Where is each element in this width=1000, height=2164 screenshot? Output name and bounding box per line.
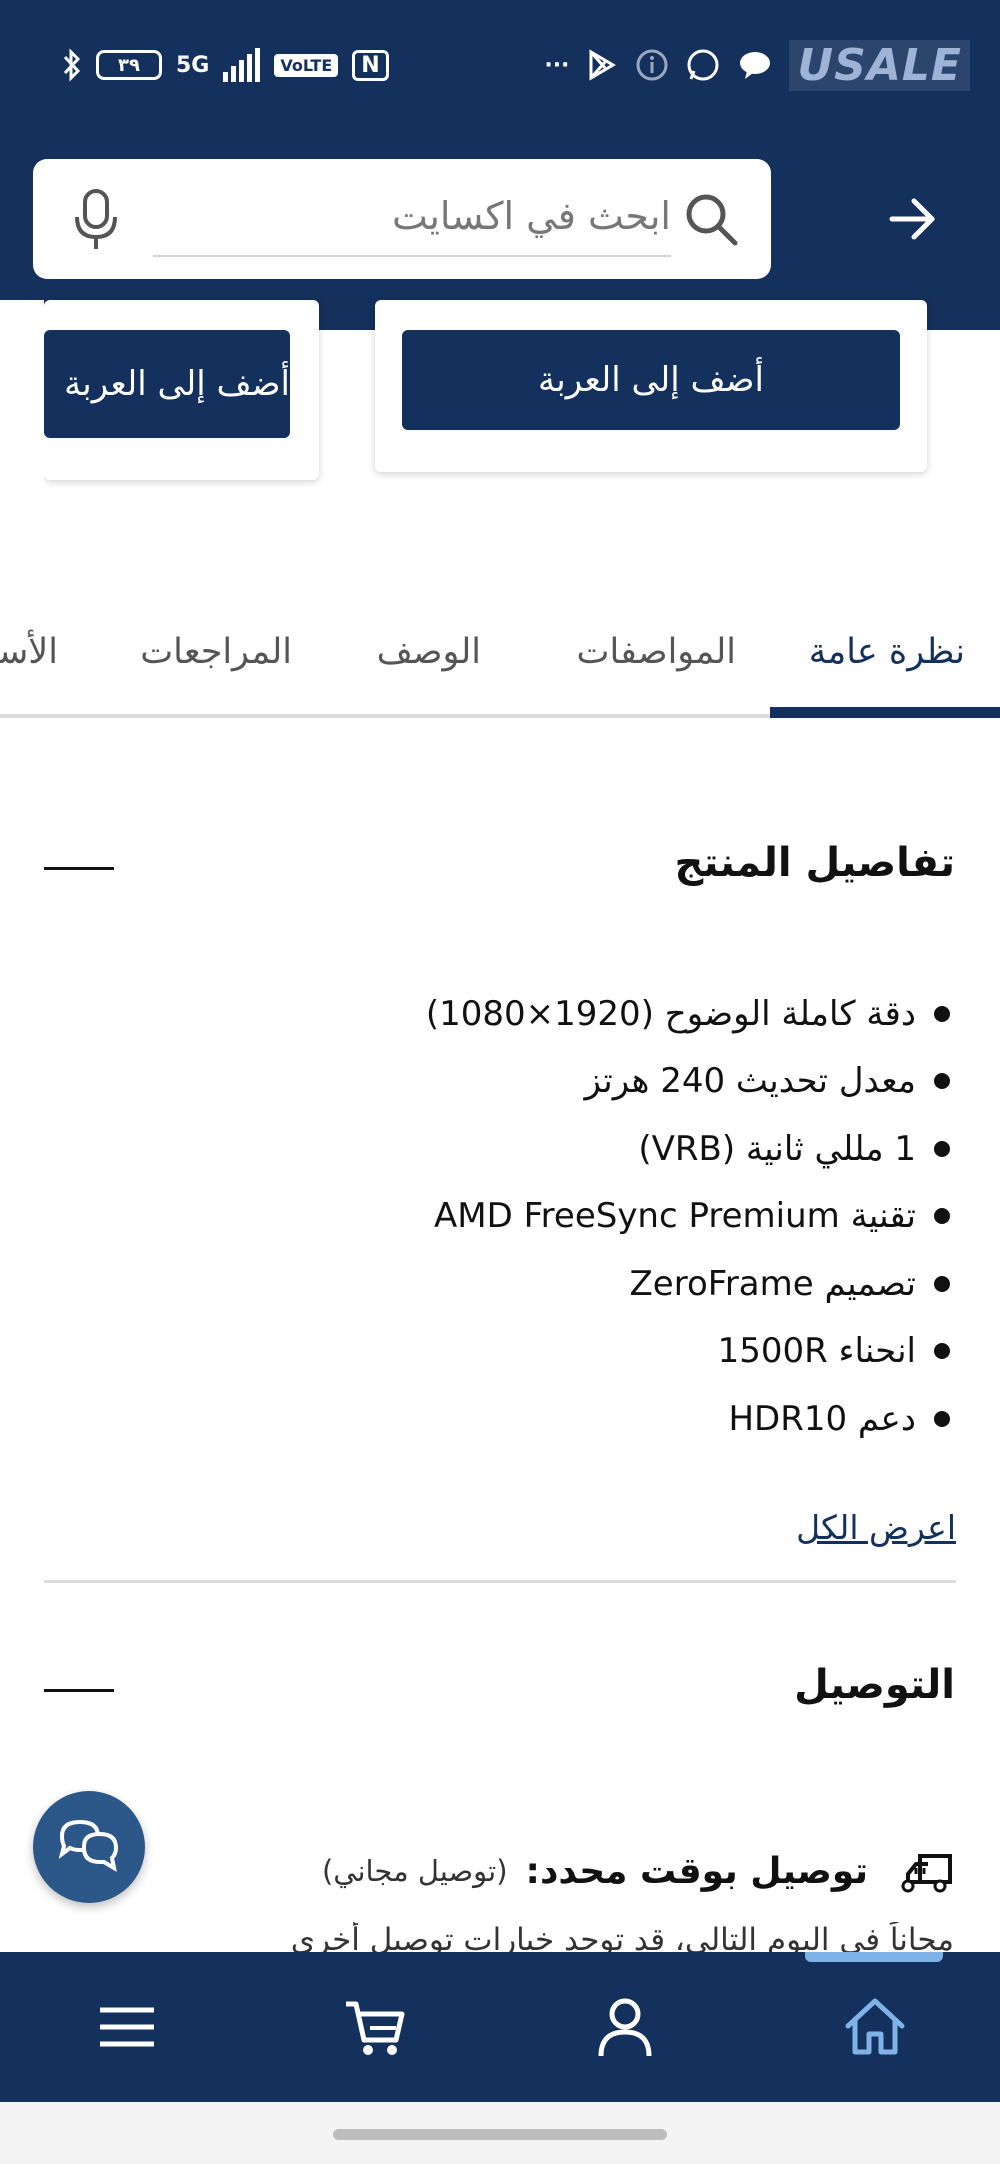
delivery-row-title: توصيل بوقت محدد: xyxy=(525,1850,868,1892)
tab-specifications[interactable]: المواصفات xyxy=(577,632,736,672)
nfc-icon: N xyxy=(352,49,389,81)
chat-button[interactable] xyxy=(33,1791,145,1903)
add-to-cart-button[interactable]: أضف إلى العربة xyxy=(402,330,900,430)
network-type: 5G xyxy=(176,52,210,78)
tab-description[interactable]: الوصف xyxy=(377,632,481,672)
add-to-cart-button[interactable]: أضف إلى العربة xyxy=(44,330,290,438)
bullet-icon xyxy=(934,1275,950,1292)
section-divider xyxy=(44,1580,956,1583)
user-icon[interactable] xyxy=(590,1992,660,2062)
chat-bubbles-icon xyxy=(58,1819,119,1873)
search-bar xyxy=(33,159,771,279)
bullet-icon xyxy=(934,1073,950,1090)
battery-indicator: ٣٩ xyxy=(96,50,162,80)
bullet-icon xyxy=(934,1208,950,1225)
product-tabs: نظرة عامة المواصفات الوصف المراجعات الأس… xyxy=(0,600,1000,718)
feature-item: 1 مللي ثانية (VRB) xyxy=(426,1115,950,1183)
nav-active-indicator xyxy=(805,1952,943,1962)
collapse-icon[interactable] xyxy=(44,867,114,870)
delivery-title[interactable]: التوصيل xyxy=(794,1662,955,1708)
signal-icon xyxy=(223,48,261,82)
tab-overview[interactable]: نظرة عامة xyxy=(809,632,965,672)
more-notifications-icon: ··· xyxy=(544,52,570,78)
card-scroll-mask xyxy=(0,300,44,500)
bullet-icon xyxy=(934,1140,950,1157)
microphone-icon[interactable] xyxy=(71,187,121,251)
menu-icon[interactable] xyxy=(92,1992,162,2062)
product-details-title[interactable]: تفاصيل المنتج xyxy=(675,840,955,886)
messages-icon xyxy=(740,52,771,79)
bullet-icon xyxy=(934,1005,950,1022)
home-icon[interactable] xyxy=(840,1992,910,2062)
product-card: أضف إلى العربة xyxy=(375,300,927,472)
status-bar-right: ··· USALE xyxy=(544,39,970,91)
scheduled-delivery-row: توصيل بوقت محدد: (توصيل مجاني) xyxy=(322,1843,954,1899)
search-icon[interactable] xyxy=(681,189,741,249)
bluetooth-icon xyxy=(63,48,81,82)
feature-item: تقنية AMD FreeSync Premium xyxy=(426,1183,950,1251)
add-to-cart-label: أضف إلى العربة xyxy=(64,364,290,404)
active-tab-indicator xyxy=(770,707,1000,718)
show-all-link[interactable]: اعرض الكل xyxy=(796,1508,956,1547)
top-app-bar: ٣٩ 5G VoLTE N ··· USALE xyxy=(0,0,1000,330)
bullet-icon xyxy=(934,1410,950,1427)
feature-list: دقة كاملة الوضوح (1920×1080) معدل تحديث … xyxy=(426,980,950,1453)
cart-icon[interactable] xyxy=(340,1992,410,2062)
tab-questions[interactable]: الأسئلة xyxy=(0,632,58,672)
feature-item: تصميم ZeroFrame xyxy=(426,1250,950,1318)
delivery-truck-icon xyxy=(901,1854,952,1893)
info-icon xyxy=(636,49,668,81)
feature-item: دعم HDR10 xyxy=(426,1385,950,1453)
search-input[interactable] xyxy=(153,177,671,257)
usale-watermark-logo: USALE xyxy=(789,39,970,91)
feature-item: معدل تحديث 240 هرتز xyxy=(426,1048,950,1116)
free-delivery-note: (توصيل مجاني) xyxy=(321,1854,508,1888)
whatsapp-icon xyxy=(687,49,719,81)
bullet-icon xyxy=(934,1343,950,1360)
play-store-icon xyxy=(589,49,617,81)
feature-item: دقة كاملة الوضوح (1920×1080) xyxy=(426,980,950,1048)
product-card: أضف إلى العربة xyxy=(44,300,319,480)
collapse-icon[interactable] xyxy=(44,1689,114,1692)
feature-item: انحناء 1500R xyxy=(426,1318,950,1386)
bottom-navigation xyxy=(0,1952,1000,2102)
volte-badge: VoLTE xyxy=(274,53,339,77)
status-bar-left: ٣٩ 5G VoLTE N xyxy=(62,40,389,90)
back-arrow-icon[interactable] xyxy=(886,192,940,246)
gesture-home-bar[interactable] xyxy=(333,2129,667,2140)
tab-reviews[interactable]: المراجعات xyxy=(140,632,292,672)
